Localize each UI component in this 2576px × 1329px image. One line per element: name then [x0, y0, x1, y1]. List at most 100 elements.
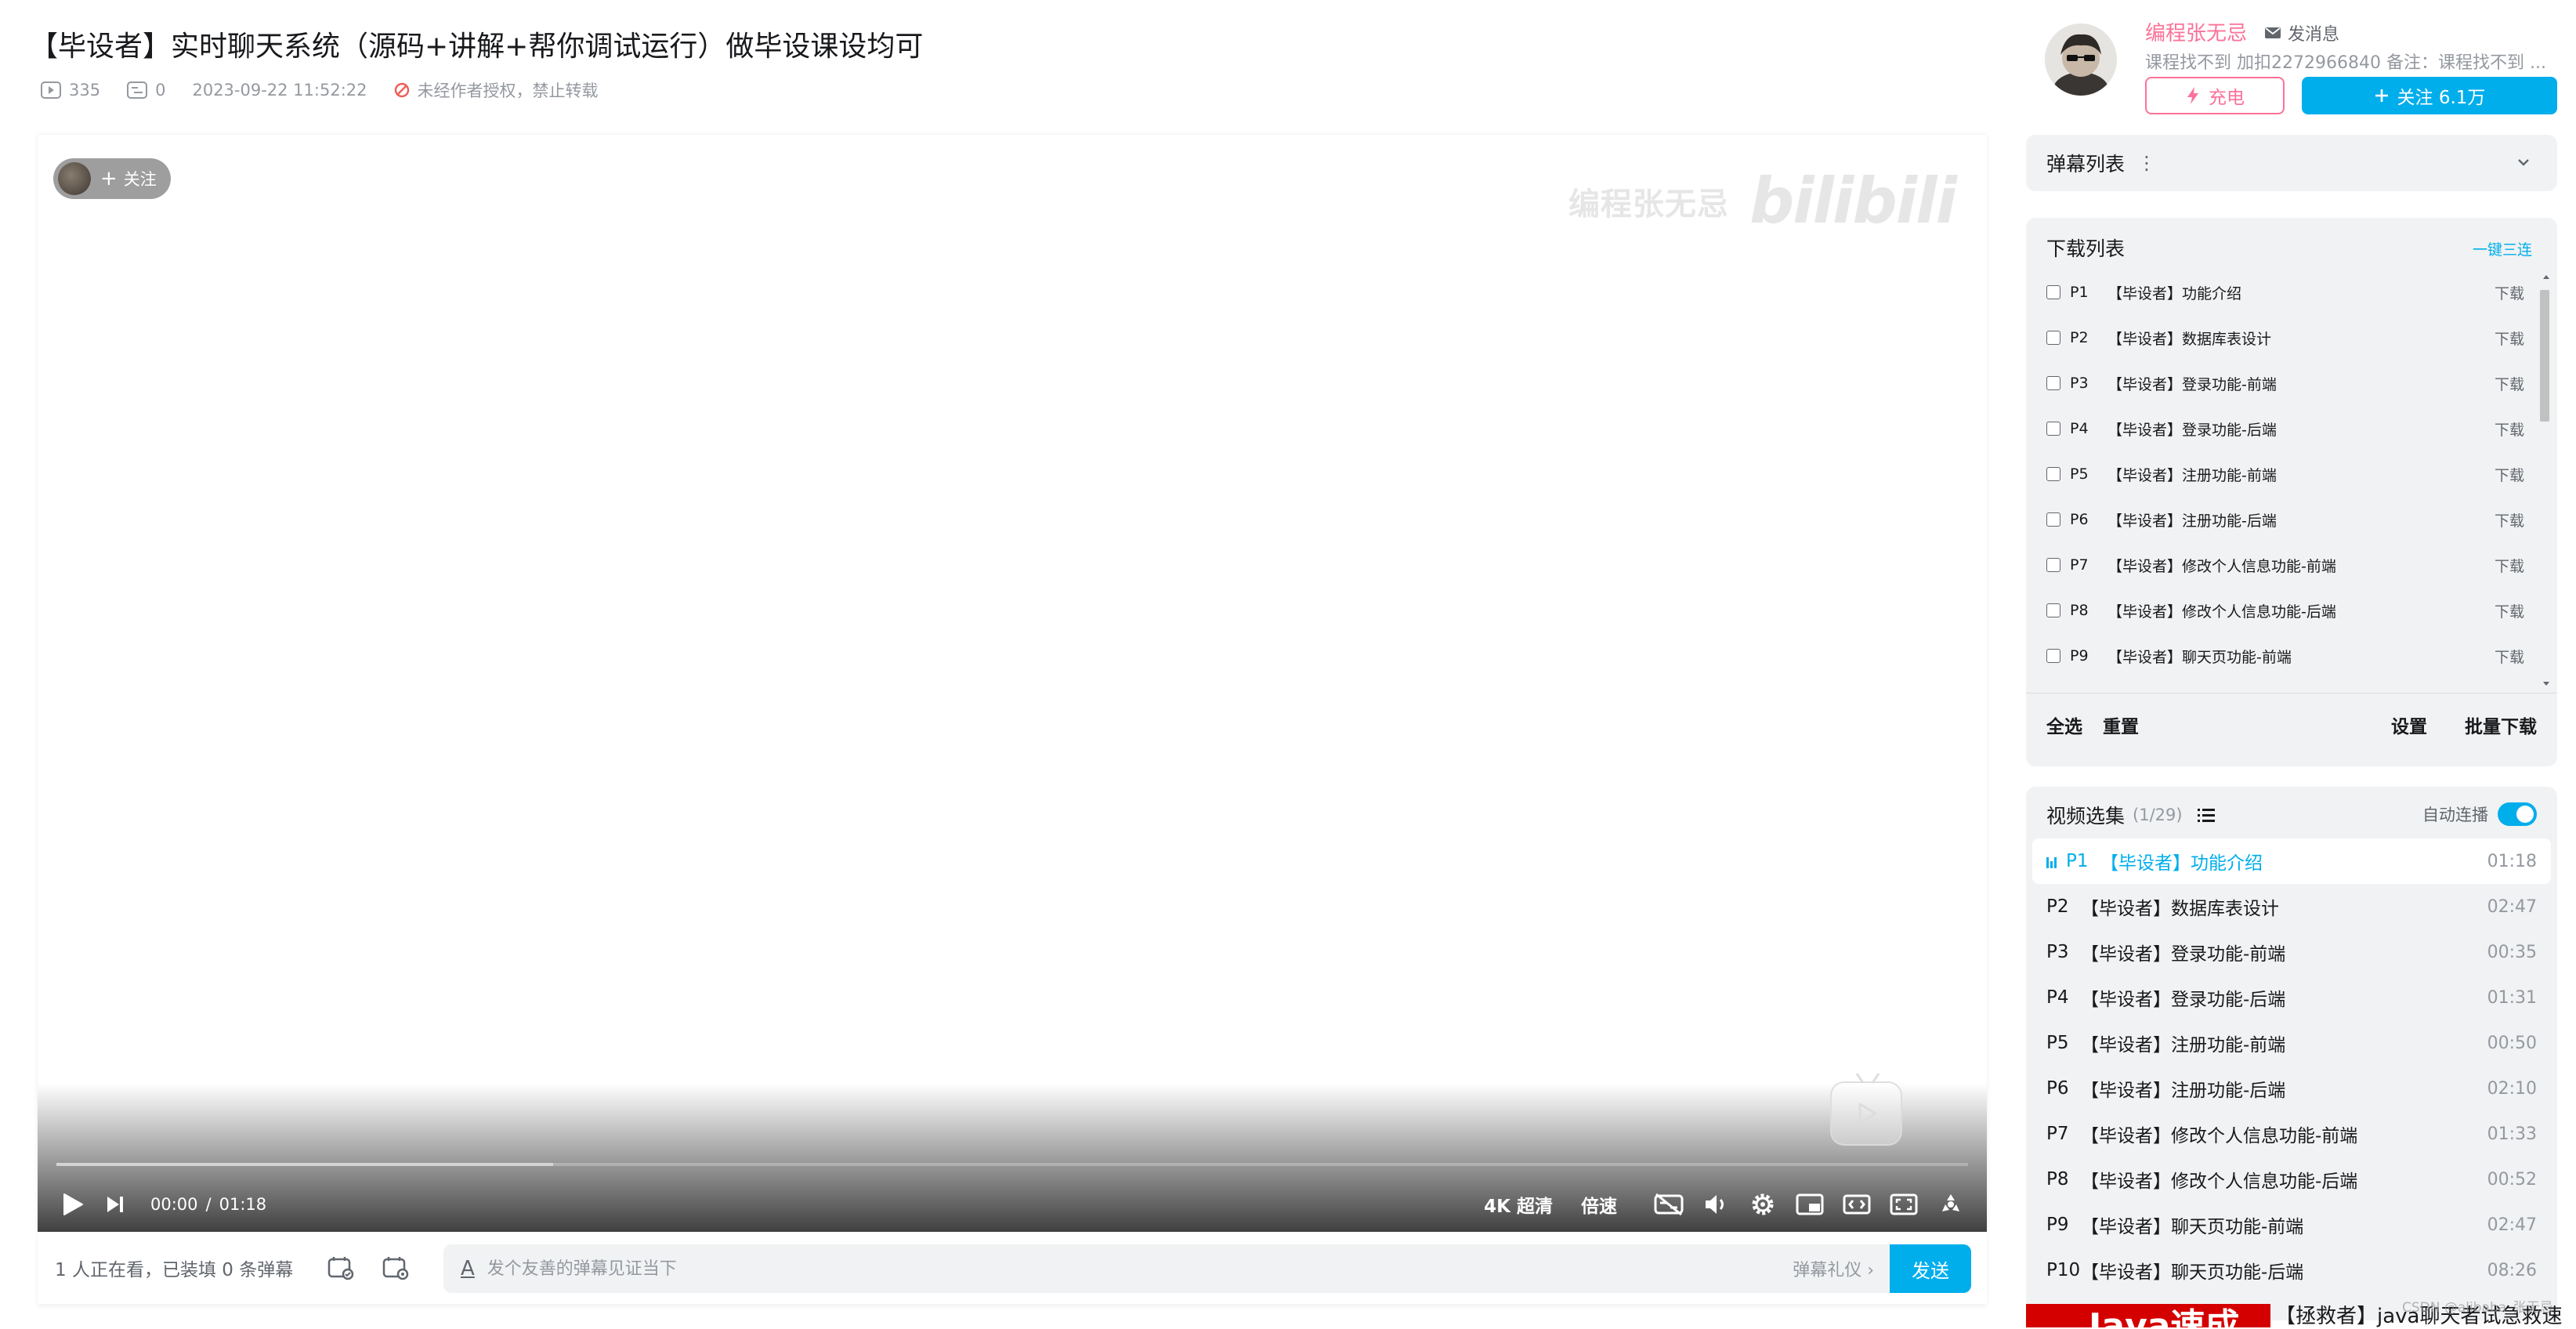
next-icon	[107, 1197, 123, 1212]
download-part-title: 【毕设者】登录功能-前端	[2107, 375, 2277, 393]
subtitle-toggle[interactable]	[1645, 1185, 1692, 1224]
download-button[interactable]: 下载	[2495, 282, 2524, 303]
download-checkbox[interactable]	[2046, 376, 2060, 390]
download-checkbox[interactable]	[2046, 512, 2060, 527]
video-meta: 335 0 2023-09-22 11:52:22 未经作者授权，禁止转载	[41, 78, 625, 102]
danmaku-style-icon[interactable]: A	[461, 1257, 475, 1280]
web-fullscreen-button[interactable]	[1880, 1185, 1927, 1224]
download-row[interactable]: P1 【毕设者】功能介绍 下载	[2026, 270, 2542, 315]
send-danmaku-button[interactable]: 发送	[1890, 1244, 1971, 1293]
episode-row[interactable]: P2 【毕设者】数据库表设计 02:47	[2032, 884, 2551, 929]
uploader-avatar[interactable]	[2045, 24, 2117, 96]
download-row[interactable]: P3 【毕设者】登录功能-前端 下载	[2026, 360, 2542, 406]
next-button[interactable]	[105, 1194, 125, 1215]
quality-button[interactable]: 4K 超清	[1484, 1191, 1553, 1218]
player-controls: 00:00 / 01:18 4K 超清 倍速	[38, 1177, 1987, 1232]
download-row[interactable]: P6 【毕设者】注册功能-后端 下载	[2026, 497, 2542, 542]
download-settings-button[interactable]: 设置	[2391, 712, 2427, 738]
download-checkbox[interactable]	[2046, 649, 2060, 663]
volume-icon	[1706, 1195, 1724, 1214]
download-part-title: 【毕设者】修改个人信息功能-后端	[2107, 603, 2336, 621]
download-checkbox[interactable]	[2046, 467, 2060, 481]
charge-button[interactable]: 充电	[2145, 77, 2285, 114]
uploader-name[interactable]: 编程张无忌	[2145, 17, 2247, 46]
episode-title: 视频选集	[2046, 805, 2126, 827]
episode-row[interactable]: P7 【毕设者】修改个人信息功能-前端 01:33	[2032, 1111, 2551, 1157]
download-checkbox[interactable]	[2046, 603, 2060, 617]
follow-button[interactable]: 关注 6.1万	[2302, 77, 2557, 114]
episode-row[interactable]: P1 【毕设者】功能介绍 01:18	[2032, 838, 2551, 884]
send-message-button[interactable]: 发消息	[2264, 20, 2339, 45]
fullscreen-button[interactable]	[1927, 1185, 1974, 1224]
download-row[interactable]: P7 【毕设者】修改个人信息功能-前端 下载	[2026, 542, 2542, 588]
bilibili-logo: bilibili	[1749, 165, 1957, 237]
download-button[interactable]: 下载	[2495, 418, 2524, 440]
download-checkbox[interactable]	[2046, 558, 2060, 572]
download-button[interactable]: 下载	[2495, 328, 2524, 349]
download-row[interactable]: P5 【毕设者】注册功能-前端 下载	[2026, 451, 2542, 497]
copyright-notice: 未经作者授权，禁止转载	[394, 78, 599, 102]
episode-row[interactable]: P10 【毕设者】聊天页功能-后端 08:26	[2032, 1248, 2551, 1293]
batch-download-button[interactable]: 批量下载	[2465, 712, 2537, 738]
danmaku-input[interactable]	[485, 1258, 1793, 1280]
download-row[interactable]: P8 【毕设者】修改个人信息功能-后端 下载	[2026, 588, 2542, 633]
episode-duration: 08:26	[2487, 1260, 2537, 1280]
player-follow-chip[interactable]: + 关注	[53, 158, 171, 199]
reset-button[interactable]: 重置	[2103, 712, 2139, 738]
more-options-icon[interactable]: ⋮	[2137, 152, 2156, 174]
play-button[interactable]	[61, 1192, 85, 1217]
video-player[interactable]: + 关注 编程张无忌 bilibili 00:00 / 01:18 4K 超清 倍速	[38, 135, 1987, 1232]
download-row[interactable]: P4 【毕设者】登录功能-后端 下载	[2026, 406, 2542, 451]
list-view-icon[interactable]	[2197, 806, 2216, 824]
episode-part-title: 【毕设者】注册功能-后端	[2081, 1081, 2286, 1101]
download-row[interactable]: P2 【毕设者】数据库表设计 下载	[2026, 315, 2542, 360]
danmaku-settings-icon	[382, 1257, 409, 1280]
autoplay-toggle[interactable]	[2498, 802, 2537, 826]
pip-button[interactable]	[1786, 1185, 1833, 1224]
chevron-down-icon[interactable]	[2513, 152, 2534, 172]
select-all-button[interactable]: 全选	[2046, 712, 2082, 738]
download-checkbox[interactable]	[2046, 331, 2060, 345]
download-button[interactable]: 下载	[2495, 646, 2524, 667]
episode-duration: 01:31	[2487, 987, 2537, 1008]
episode-row[interactable]: P8 【毕设者】修改个人信息功能-后端 00:52	[2032, 1157, 2551, 1202]
episode-row[interactable]: P4 【毕设者】登录功能-后端 01:31	[2032, 975, 2551, 1020]
download-checkbox[interactable]	[2046, 285, 2060, 299]
ad-banner[interactable]: Java速成	[2026, 1304, 2270, 1327]
play-triangle-icon	[1858, 1103, 1877, 1124]
danmaku-list-panel[interactable]: 弹幕列表 ⋮	[2026, 135, 2557, 191]
mini-player-icon[interactable]	[1830, 1073, 1902, 1146]
episode-count: (1/29)	[2133, 806, 2183, 824]
plus-icon	[2375, 89, 2388, 102]
gear-icon	[1752, 1193, 1774, 1215]
episode-row[interactable]: P9 【毕设者】聊天页功能-前端 02:47	[2032, 1202, 2551, 1248]
publish-time: 2023-09-22 11:52:22	[192, 81, 367, 100]
picture-in-picture-icon	[1796, 1193, 1824, 1215]
download-button[interactable]: 下载	[2495, 373, 2524, 394]
danmaku-settings-button[interactable]	[376, 1248, 415, 1287]
download-button[interactable]: 下载	[2495, 600, 2524, 621]
episode-row[interactable]: P5 【毕设者】注册功能-前端 00:50	[2032, 1020, 2551, 1066]
triple-action-link[interactable]: 一键三连	[2473, 238, 2532, 259]
progress-bar[interactable]	[56, 1163, 1968, 1166]
download-row[interactable]: P10【毕设者】聊天页功能-后端下载	[2026, 679, 2542, 693]
danmaku-count-icon	[127, 81, 148, 99]
episode-part-title: 【毕设者】修改个人信息功能-后端	[2081, 1171, 2358, 1192]
speed-button[interactable]: 倍速	[1581, 1191, 1617, 1218]
settings-button[interactable]	[1739, 1185, 1786, 1224]
download-button[interactable]: 下载	[2495, 509, 2524, 531]
danmaku-etiquette-link[interactable]: 弹幕礼仪 ›	[1793, 1256, 1874, 1281]
episode-row[interactable]: P6 【毕设者】注册功能-后端 02:10	[2032, 1066, 2551, 1111]
danmaku-count: 0	[127, 81, 165, 100]
episode-row[interactable]: P3 【毕设者】登录功能-前端 00:35	[2032, 929, 2551, 975]
widescreen-icon	[1843, 1194, 1871, 1215]
download-row[interactable]: P9 【毕设者】聊天页功能-前端 下载	[2026, 633, 2542, 679]
episode-part-title: 【毕设者】聊天页功能-后端	[2081, 1262, 2304, 1283]
widescreen-button[interactable]	[1833, 1185, 1880, 1224]
download-button[interactable]: 下载	[2495, 555, 2524, 576]
download-button[interactable]: 下载	[2495, 464, 2524, 485]
danmaku-toggle-button[interactable]	[321, 1248, 360, 1287]
download-scroll-thumb[interactable]	[2540, 290, 2549, 422]
download-checkbox[interactable]	[2046, 422, 2060, 436]
volume-button[interactable]	[1692, 1185, 1739, 1224]
